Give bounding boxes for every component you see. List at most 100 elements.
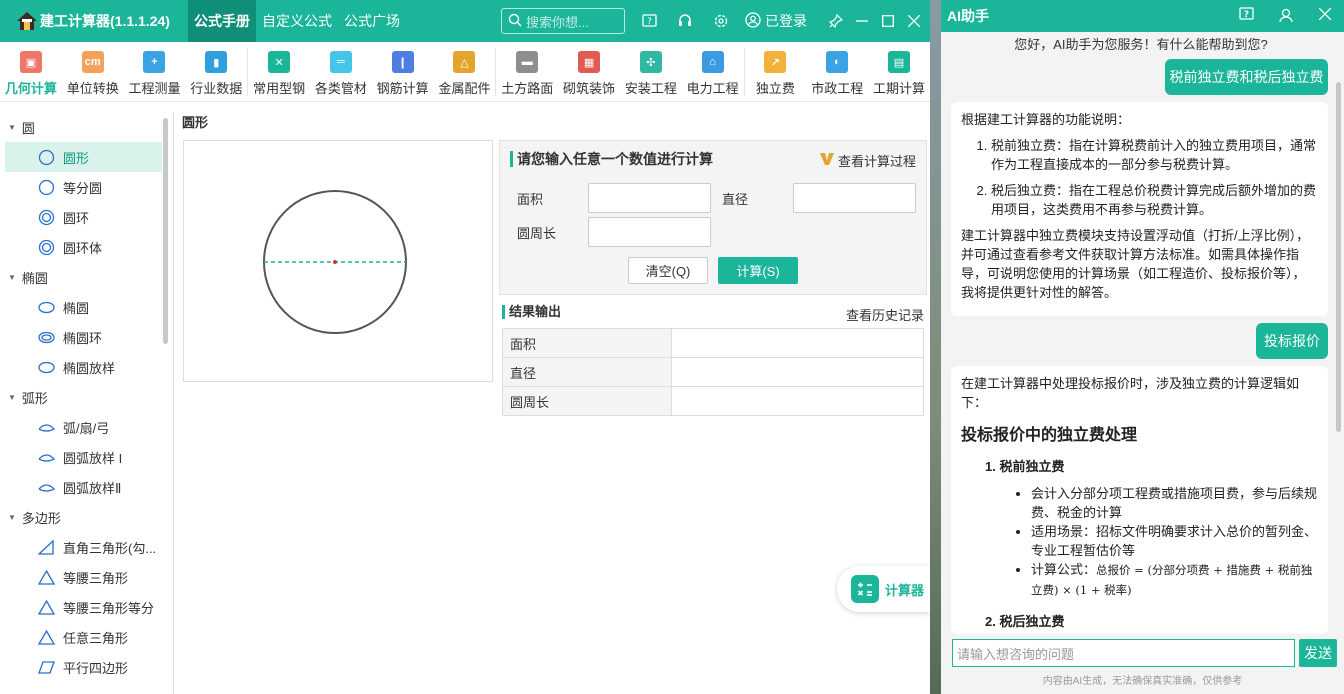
search-icon xyxy=(508,13,522,30)
sidebar-item[interactable]: 圆形 xyxy=(5,142,162,172)
ai-scrollbar[interactable] xyxy=(1336,82,1341,432)
ai-user-icon[interactable] xyxy=(1266,7,1305,26)
sidebar-group[interactable]: ▼ 圆 xyxy=(0,112,173,142)
ai-close-icon[interactable] xyxy=(1305,7,1344,26)
toolbar-item-label: 独立费 xyxy=(755,81,795,96)
sidebar-item[interactable]: 等腰三角形等分 xyxy=(5,592,162,622)
sidebar-item[interactable]: 圆环 xyxy=(5,202,162,232)
toolbar-item-label: 几何计算 xyxy=(4,81,57,96)
circumference-input[interactable] xyxy=(588,217,711,247)
sidebar-item[interactable]: 等分圆 xyxy=(5,172,162,202)
sidebar-item-label: 直角三角形(勾... xyxy=(63,540,157,556)
toolbar-item[interactable]: ✣ 安装工程 xyxy=(620,42,682,102)
pin-icon[interactable] xyxy=(823,0,849,42)
ai-input-bar: 请输入想咨询的问题 发送 内容由AI生成，无法确保真实准确，仅供参考 xyxy=(941,634,1344,694)
category-icon: ▦ xyxy=(578,51,601,73)
page-title: 圆形 xyxy=(182,115,209,130)
result-title: 结果输出 xyxy=(502,305,561,319)
maximize-button[interactable] xyxy=(875,0,901,42)
toolbar-item[interactable]: ✕ 常用型钢 xyxy=(248,42,310,102)
sidebar-item-label: 椭圆放样 xyxy=(63,360,116,376)
caret-down-icon: ▼ xyxy=(8,512,16,522)
toolbar-item-label: 金属配件 xyxy=(438,81,491,96)
ring-icon xyxy=(38,239,55,256)
sidebar-group-label: 圆 xyxy=(21,120,35,136)
result-value xyxy=(671,357,924,387)
tab-formula-manual[interactable]: 公式手册 xyxy=(188,0,256,42)
toolbar-item[interactable]: ↗ 独立费 xyxy=(745,42,807,102)
sidebar-item-label: 圆弧放样 I xyxy=(63,450,123,466)
ai-question-input[interactable]: 请输入想咨询的问题 xyxy=(952,639,1295,667)
app-title: 建工计算器(1.1.1.24) xyxy=(0,0,188,42)
category-icon: + xyxy=(143,51,166,73)
sidebar-item[interactable]: 等腰三角形 xyxy=(5,562,162,592)
sidebar-item[interactable]: 椭圆 xyxy=(5,292,162,322)
sidebar-item[interactable]: 椭圆环 xyxy=(5,322,162,352)
search-input[interactable]: 搜索你想... xyxy=(501,8,625,34)
sidebar-item[interactable]: 圆弧放样 I xyxy=(5,442,162,472)
sidebar-item[interactable]: 弧/扇/弓 xyxy=(5,412,162,442)
sidebar-scrollbar[interactable] xyxy=(163,118,168,344)
sidebar-item[interactable]: 圆弧放样Ⅱ xyxy=(5,472,162,502)
sidebar-item-label: 等腰三角形 xyxy=(63,570,129,586)
toolbar-item-label: 安装工程 xyxy=(624,81,677,96)
arc-icon xyxy=(38,449,55,466)
circle-icon xyxy=(38,179,55,196)
toolbar-item[interactable]: ▤ 工期计算 xyxy=(868,42,930,102)
calculate-button[interactable]: 计算(S) xyxy=(718,257,798,284)
sidebar-group[interactable]: ▼ 椭圆 xyxy=(0,262,173,292)
close-button[interactable] xyxy=(901,0,927,42)
headset-icon[interactable] xyxy=(667,0,703,42)
toolbar-item[interactable]: ═ 各类管材 xyxy=(310,42,372,102)
area-input[interactable] xyxy=(588,183,711,213)
caret-down-icon: ▼ xyxy=(8,392,16,402)
calculator-float-button[interactable]: 计算器 xyxy=(837,566,930,612)
gear-icon[interactable] xyxy=(703,0,739,42)
diameter-input[interactable] xyxy=(793,183,916,213)
toolbar-item[interactable]: ▮ 行业数据 xyxy=(185,42,247,102)
view-process-link[interactable]: 查看计算过程 xyxy=(819,151,916,170)
sidebar-item[interactable]: 椭圆放样 xyxy=(5,352,162,382)
toolbar-item[interactable]: ◐ 市政工程 xyxy=(806,42,868,102)
list-item: 税前独立费：指在计算税费前计入的独立费用项目，通常作为工程直接成本的一部分参与税… xyxy=(991,136,1318,174)
help-icon[interactable]: ? xyxy=(631,0,667,42)
login-status[interactable]: 已登录 xyxy=(745,11,807,31)
toolbar-item-label: 钢筋计算 xyxy=(376,81,429,96)
sidebar-item[interactable]: 平行四边形 xyxy=(5,652,162,682)
category-icon: ▬ xyxy=(516,51,539,73)
toolbar-item[interactable]: ▣ 几何计算 xyxy=(0,42,62,102)
history-link[interactable]: 查看历史记录 xyxy=(846,305,924,324)
tab-formula-plaza[interactable]: 公式广场 xyxy=(338,0,406,42)
toolbar-item[interactable]: + 工程测量 xyxy=(124,42,186,102)
category-icon: ❙ xyxy=(391,51,414,73)
sidebar-item[interactable]: 直角三角形(勾... xyxy=(5,532,162,562)
clear-button[interactable]: 清空(Q) xyxy=(628,257,708,284)
arc-icon xyxy=(38,479,55,496)
minimize-button[interactable] xyxy=(849,0,875,42)
toolbar-item[interactable]: cm 单位转换 xyxy=(62,42,124,102)
toolbar-item[interactable]: ▬ 土方路面 xyxy=(496,42,558,102)
sidebar-item-label: 平行四边形 xyxy=(63,660,129,676)
sidebar-item-label: 椭圆 xyxy=(63,300,90,316)
toolbar-item[interactable]: △ 金属配件 xyxy=(434,42,496,102)
sidebar-item-label: 任意三角形 xyxy=(63,630,129,646)
send-button[interactable]: 发送 xyxy=(1299,639,1337,667)
toolbar-item[interactable]: ❙ 钢筋计算 xyxy=(372,42,434,102)
sidebar-item[interactable]: 圆环体 xyxy=(5,232,162,262)
shape-preview xyxy=(183,140,493,382)
toolbar-item[interactable]: ▦ 砌筑装饰 xyxy=(558,42,620,102)
sidebar-item[interactable]: 任意三角形 xyxy=(5,622,162,652)
sidebar-group[interactable]: ▼ 多边形 xyxy=(0,502,173,532)
sidebar-group[interactable]: ▼ 弧形 xyxy=(0,382,173,412)
sidebar-item-label: 圆环 xyxy=(63,210,90,226)
category-icon: ▣ xyxy=(19,51,42,73)
tab-custom-formula[interactable]: 自定义公式 xyxy=(256,0,338,42)
toolbar-item[interactable]: ⌂ 电力工程 xyxy=(682,42,744,102)
sidebar-item-label: 圆环体 xyxy=(63,240,103,256)
toolbar-item-label: 市政工程 xyxy=(811,81,864,96)
category-icon: △ xyxy=(453,51,476,73)
svg-text:?: ? xyxy=(1244,10,1249,20)
list-item: 税后独立费：指在工程总价税费计算完成后额外增加的费用项目，这类费用不再参与税费计… xyxy=(991,181,1318,219)
ai-help-icon[interactable]: ? xyxy=(1227,6,1266,26)
category-icon: ↗ xyxy=(764,51,787,73)
